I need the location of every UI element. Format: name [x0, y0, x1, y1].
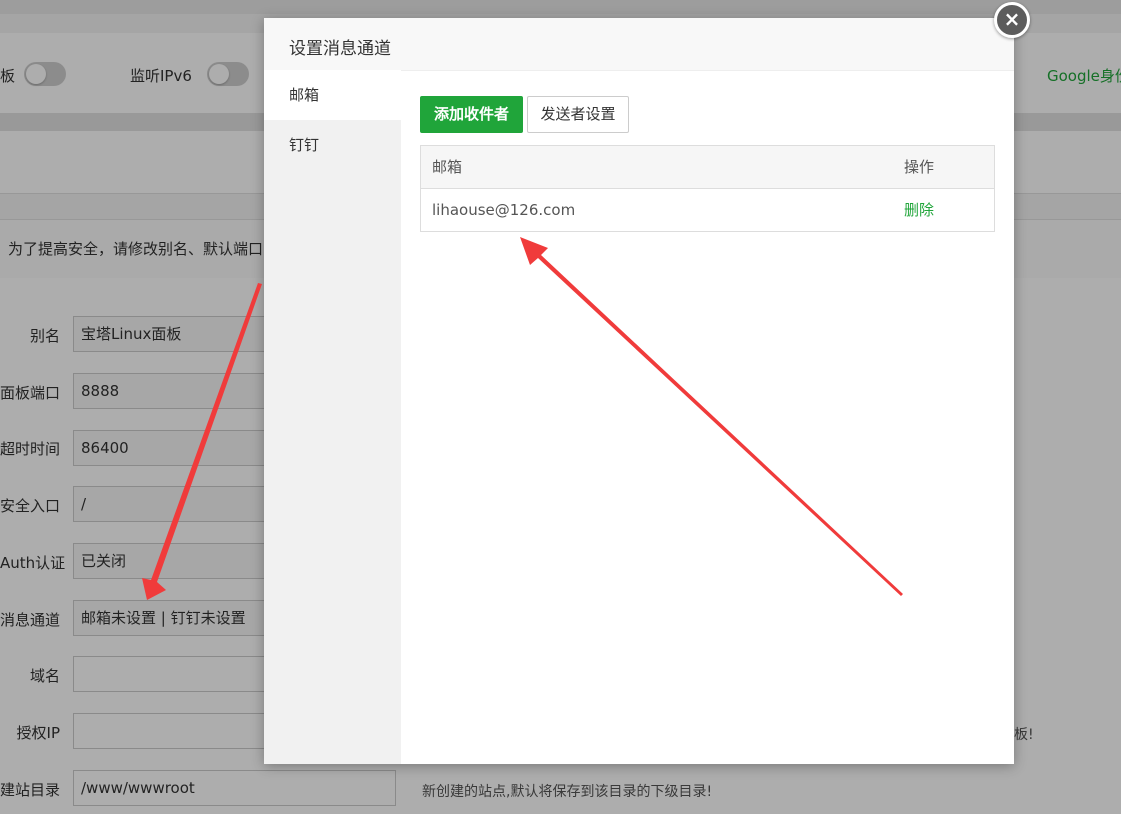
arrow-to-recipient-email — [520, 237, 903, 596]
arrow-to-message-channel — [142, 283, 262, 600]
annotation-arrows — [142, 237, 903, 600]
